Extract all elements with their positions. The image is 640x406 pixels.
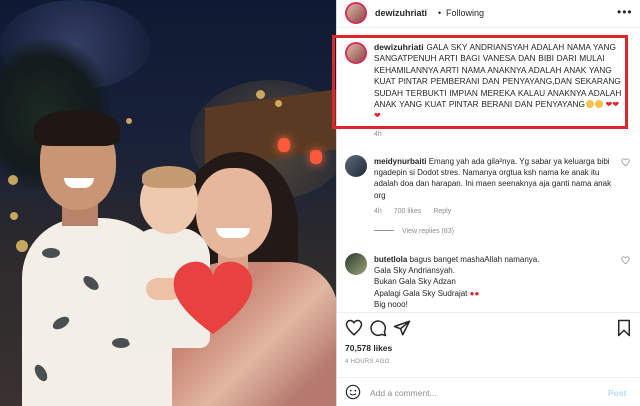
small-heart-icon[interactable]	[621, 256, 630, 265]
caption-time[interactable]: 4h	[374, 131, 382, 138]
comment-time[interactable]: 4h	[374, 208, 382, 215]
commenter-username[interactable]: butetlola	[374, 255, 407, 264]
comment-line: Apalagi Gala Sky Sudrajat	[374, 288, 468, 298]
woman-smile	[216, 228, 250, 238]
reply-button[interactable]: Reply	[433, 208, 451, 215]
author-username[interactable]: dewizuhriati	[375, 8, 427, 18]
laughing-emoji-icon: ●●	[469, 288, 480, 298]
bookmark-icon[interactable]	[615, 319, 633, 337]
posted-time[interactable]: 4 HOURS AGO	[345, 359, 390, 365]
bokeh-light	[256, 90, 265, 99]
smiley-icon[interactable]	[345, 384, 361, 400]
post-photo[interactable]	[0, 0, 336, 406]
bokeh-light	[126, 118, 132, 124]
comment-line: bagus banget mashaAllah namanya.	[409, 255, 540, 264]
comment-line: Gala Sky Andriansyah.	[374, 266, 455, 276]
comment-line: Big nooo!	[374, 299, 408, 309]
action-bar	[337, 312, 640, 340]
comment-text: meidynurbaiti Emang yah ada gila²nya. Yg…	[374, 156, 614, 201]
view-replies-button[interactable]: View replies (83)	[374, 228, 454, 235]
post-header: dewizuhriati • Following •••	[337, 0, 640, 28]
more-options-icon[interactable]: •••	[617, 5, 633, 19]
comment-text: butetlola bagus banget mashaAllah namany…	[374, 254, 614, 310]
view-replies-label: View replies (83)	[402, 228, 455, 235]
small-heart-icon[interactable]	[621, 158, 630, 167]
divider-line	[374, 230, 394, 231]
commenter-avatar[interactable]	[345, 155, 367, 177]
heart-sticker-icon	[173, 261, 253, 334]
paper-plane-icon[interactable]	[393, 319, 411, 337]
post-detail-panel: dewizuhriati • Following ••• dewizuhriat…	[332, 0, 640, 406]
separator-dot: •	[438, 8, 442, 18]
commenter-username[interactable]: meidynurbaiti	[374, 157, 426, 166]
following-button[interactable]: Following	[446, 8, 484, 18]
comment-bubble-icon[interactable]	[369, 319, 387, 337]
annotation-highlight-box	[332, 35, 628, 129]
red-lantern	[310, 150, 322, 164]
bokeh-light	[10, 212, 18, 220]
baby-hair	[142, 166, 196, 188]
man-hair	[34, 110, 120, 146]
post-comment-button[interactable]: Post	[608, 388, 626, 398]
comment-line: Bukan Gala Sky Adzan	[374, 277, 456, 287]
commenter-avatar[interactable]	[345, 253, 367, 275]
likes-count[interactable]: 70,578 likes	[345, 343, 392, 353]
heart-outline-icon[interactable]	[345, 319, 363, 337]
red-lantern	[278, 138, 290, 152]
comment-input[interactable]: Add a comment...	[370, 388, 437, 398]
woman-face	[196, 168, 272, 258]
comment-meta: 4h 700 likes Reply	[374, 208, 461, 215]
bokeh-light	[16, 240, 28, 252]
add-comment-bar: Add a comment... Post	[337, 377, 640, 406]
comment-likes[interactable]: 700 likes	[394, 208, 422, 215]
author-avatar[interactable]	[345, 2, 367, 24]
bokeh-light	[8, 175, 18, 185]
bokeh-light	[275, 100, 282, 107]
